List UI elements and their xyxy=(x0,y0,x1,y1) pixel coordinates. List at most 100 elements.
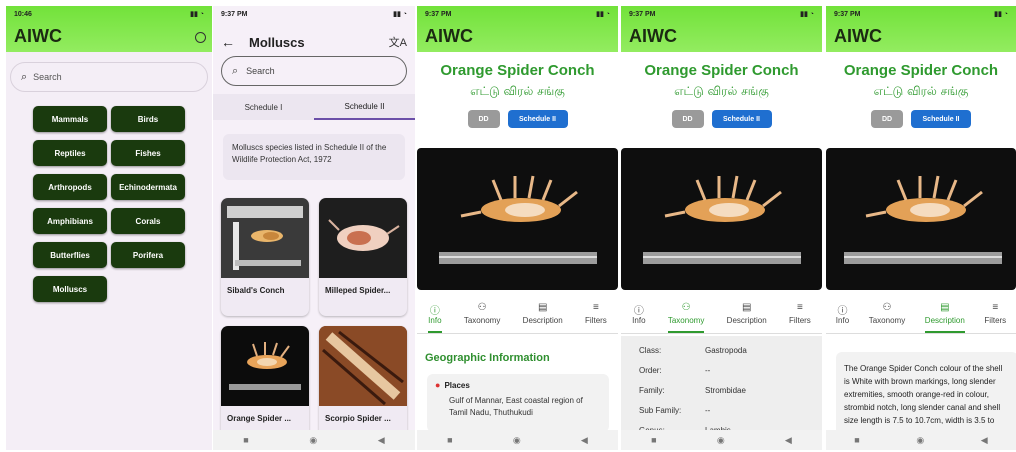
category-button-molluscs[interactable]: Molluscs xyxy=(33,276,107,302)
recents-icon[interactable]: ■ xyxy=(447,435,452,445)
home-icon[interactable]: ◉ xyxy=(717,435,725,446)
category-button-amphibians[interactable]: Amphibians xyxy=(33,208,107,234)
document-icon: ▤ xyxy=(940,302,950,313)
category-button-arthropods[interactable]: Arthropods xyxy=(33,174,107,200)
tab-info[interactable]: ⓘ Info xyxy=(632,300,645,333)
taxonomy-row: Sub Family: -- xyxy=(639,406,711,415)
search-icon: ⌕ xyxy=(21,70,28,83)
status-icons: ▮▮ ◔ xyxy=(800,11,814,18)
status-badge-dd: DD xyxy=(671,110,704,128)
taxonomy-row: Order: -- xyxy=(639,366,711,375)
home-icon[interactable]: ◉ xyxy=(916,435,924,446)
search-input[interactable]: ⌕ Search xyxy=(10,62,208,92)
location-pin-icon: ● xyxy=(435,380,441,390)
taxonomy-row: Family: Strombidae xyxy=(639,386,746,395)
species-title: Orange Spider Conch xyxy=(440,62,595,79)
taxonomy-row: Class: Gastropoda xyxy=(639,346,747,355)
schedule-badge: Schedule II xyxy=(911,110,971,128)
screen-detail-description: 9:37 PM ▮▮ ◔ AIWC Orange Spider Conch எட்… xyxy=(826,6,1016,450)
places-text: Gulf of Mannar, East coastal region of T… xyxy=(449,396,583,417)
status-icons: ▮▮ ◔ xyxy=(190,11,204,18)
species-card-sibalds-conch[interactable]: Sibald's Conch xyxy=(221,198,309,316)
category-button-fishes[interactable]: Fishes xyxy=(111,140,185,166)
taxonomy-icon: ⚇ xyxy=(882,302,892,313)
filter-icon: ≡ xyxy=(797,302,803,313)
species-image xyxy=(221,198,309,278)
status-time: 9:37 PM xyxy=(221,10,248,18)
back-nav-icon[interactable]: ◀ xyxy=(378,435,385,446)
category-button-corals[interactable]: Corals xyxy=(111,208,185,234)
species-name: Scorpio Spider ... xyxy=(325,414,391,423)
shell-photo xyxy=(319,326,407,406)
system-nav-bar: ■ ◉ ◀ xyxy=(213,430,415,450)
species-name: Orange Spider ... xyxy=(227,414,292,423)
screen-detail-taxonomy: 9:37 PM ▮▮ ◔ AIWC Orange Spider Conch எட்… xyxy=(621,6,822,450)
species-tamil-name: எட்டு விரல் சங்கு xyxy=(873,84,969,98)
globe-icon[interactable] xyxy=(195,32,206,43)
app-bar: 9:37 PM ▮▮ ◔ AIWC xyxy=(417,6,618,52)
app-title: AIWC xyxy=(14,26,62,46)
places-label: Places xyxy=(444,381,470,390)
document-icon: ▤ xyxy=(537,302,548,313)
species-card-scorpio-spider[interactable]: Scorpio Spider ... xyxy=(319,326,407,444)
tab-taxonomy[interactable]: ⚇ Taxonomy xyxy=(869,300,905,333)
tab-schedule-2[interactable]: Schedule II xyxy=(314,94,415,120)
recents-icon[interactable]: ■ xyxy=(854,435,859,445)
category-button-butterflies[interactable]: Butterflies xyxy=(33,242,107,268)
system-nav-bar: ■ ◉ ◀ xyxy=(826,430,1016,450)
tab-filters[interactable]: ≡ Filters xyxy=(984,300,1006,333)
status-time: 9:37 PM xyxy=(834,10,861,18)
app-title: AIWC xyxy=(629,26,677,46)
info-icon: ⓘ xyxy=(837,306,848,317)
status-icons: ▮▮ ◔ xyxy=(994,11,1008,18)
species-image xyxy=(319,326,407,406)
status-icons: ▮▮ ◔ xyxy=(393,11,407,18)
tab-schedule-1[interactable]: Schedule I xyxy=(213,94,314,120)
tab-info[interactable]: ⓘ Info xyxy=(428,300,442,333)
translate-icon[interactable]: 文A xyxy=(389,34,407,50)
species-tamil-name: எட்டு விரல் சங்கு xyxy=(674,84,769,98)
tab-description[interactable]: ▤ Description xyxy=(727,300,767,333)
species-photo xyxy=(621,148,822,290)
species-tamil-name: எட்டு விரல் சங்கு xyxy=(470,84,565,98)
search-placeholder: Search xyxy=(246,66,275,76)
category-button-birds[interactable]: Birds xyxy=(111,106,185,132)
category-button-reptiles[interactable]: Reptiles xyxy=(33,140,107,166)
back-arrow-icon[interactable]: ← xyxy=(221,34,235,50)
tab-description[interactable]: ▤ Description xyxy=(924,300,965,333)
detail-tabs: ⓘ Info ⚇ Taxonomy ▤ Description ≡ Filters xyxy=(826,300,1016,334)
recents-icon[interactable]: ■ xyxy=(651,435,656,445)
recents-icon[interactable]: ■ xyxy=(243,435,248,445)
category-button-echinodermata[interactable]: Echinodermata xyxy=(111,174,185,200)
tab-taxonomy[interactable]: ⚇ Taxonomy xyxy=(464,300,500,333)
species-card-milleped-spider[interactable]: Milleped Spider... xyxy=(319,198,407,316)
app-bar: 9:37 PM ▮▮ ◔ AIWC xyxy=(621,6,822,52)
tab-description[interactable]: ▤ Description xyxy=(523,300,563,333)
description-text: The Orange Spider Conch colour of the sh… xyxy=(836,352,1016,438)
tab-info[interactable]: ⓘ Info xyxy=(836,300,849,333)
back-nav-icon[interactable]: ◀ xyxy=(981,435,988,446)
detail-tabs: ⓘ Info ⚇ Taxonomy ▤ Description ≡ Filters xyxy=(417,300,618,334)
document-icon: ▤ xyxy=(741,302,752,313)
home-icon[interactable]: ◉ xyxy=(513,435,521,446)
status-time: 10:46 xyxy=(14,10,32,18)
category-button-mammals[interactable]: Mammals xyxy=(33,106,107,132)
filter-icon: ≡ xyxy=(992,302,999,313)
status-badge-dd: DD xyxy=(871,110,903,128)
back-nav-icon[interactable]: ◀ xyxy=(581,435,588,446)
home-icon[interactable]: ◉ xyxy=(309,435,317,446)
page-title: Molluscs xyxy=(249,34,305,50)
tab-filters[interactable]: ≡ Filters xyxy=(585,300,607,333)
tab-filters[interactable]: ≡ Filters xyxy=(789,300,811,333)
screen-molluscs-list: 9:37 PM ▮▮ ◔ ← Molluscs 文A ⌕ Search Schedu… xyxy=(213,6,415,450)
status-time: 9:37 PM xyxy=(425,10,452,18)
system-nav-bar: ■ ◉ ◀ xyxy=(621,430,822,450)
app-title: AIWC xyxy=(425,26,473,46)
category-button-porifera[interactable]: Porifera xyxy=(111,242,185,268)
back-nav-icon[interactable]: ◀ xyxy=(785,435,792,446)
status-icons: ▮▮ ◔ xyxy=(596,11,610,18)
search-input[interactable]: ⌕ Search xyxy=(221,56,407,86)
tab-taxonomy[interactable]: ⚇ Taxonomy xyxy=(667,300,705,333)
species-card-orange-spider[interactable]: Orange Spider ... xyxy=(221,326,309,444)
species-title: Orange Spider Conch xyxy=(644,62,799,79)
